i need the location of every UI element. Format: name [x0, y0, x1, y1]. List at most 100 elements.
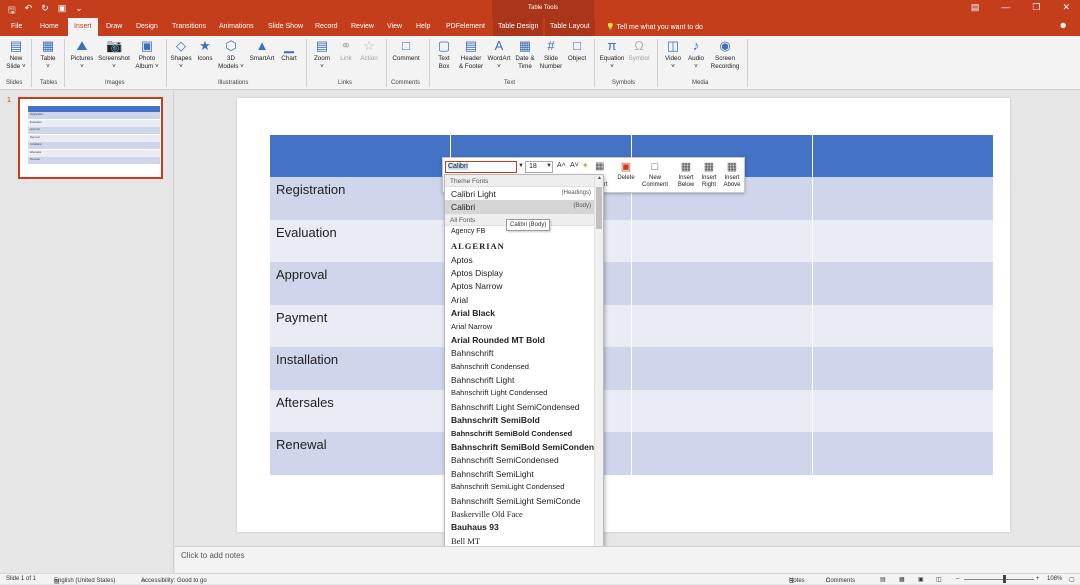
- table-button[interactable]: ▦ Table ˅: [36, 38, 60, 70]
- font-option-calibri-light[interactable]: Calibri Light (Headings): [445, 187, 603, 200]
- font-option[interactable]: ALGERIAN: [445, 239, 603, 252]
- ribbon-display-icon[interactable]: ▤: [971, 2, 980, 13]
- tab-record[interactable]: Record: [315, 23, 338, 30]
- font-option[interactable]: Bahnschrift SemiBold Condensed: [445, 427, 603, 440]
- font-list-scrollbar[interactable]: ▲ ▼: [594, 175, 603, 565]
- font-option[interactable]: Arial Rounded MT Bold: [445, 333, 603, 346]
- tab-slide-show[interactable]: Slide Show: [268, 23, 303, 30]
- zoom-out-icon[interactable]: –: [956, 576, 959, 582]
- font-option[interactable]: Bahnschrift SemiCondensed: [445, 453, 603, 466]
- icons-button[interactable]: ★ Icons: [194, 38, 216, 63]
- action-button[interactable]: ☆ Action: [357, 38, 381, 63]
- tab-pdfelement[interactable]: PDFelement: [446, 23, 485, 30]
- close-icon[interactable]: ✕: [1062, 2, 1070, 13]
- slideshow-view-icon[interactable]: ◫: [936, 576, 942, 583]
- tell-me-search[interactable]: 💡 Tell me what you want to do: [606, 23, 703, 31]
- audio-button[interactable]: ♪ Audio ˅: [685, 38, 707, 70]
- tab-table-design[interactable]: Table Design: [493, 18, 544, 36]
- table-row[interactable]: Renewal: [270, 432, 993, 475]
- tab-draw[interactable]: Draw: [106, 23, 122, 30]
- table-row[interactable]: Evaluation: [270, 219, 993, 262]
- tab-insert[interactable]: Insert: [68, 18, 98, 36]
- table-row[interactable]: Payment: [270, 304, 993, 347]
- font-dropdown-icon[interactable]: ▼: [518, 163, 524, 169]
- header-footer-button[interactable]: ▤ Header & Footer: [456, 38, 486, 70]
- zoom-level[interactable]: 108%: [1047, 576, 1062, 582]
- object-button[interactable]: □ Object: [565, 38, 589, 63]
- zoom-button[interactable]: ▤ Zoom ˅: [309, 38, 335, 70]
- chart-button[interactable]: ▁ Chart: [278, 38, 300, 63]
- font-option[interactable]: Bahnschrift SemiBold SemiConden: [445, 440, 603, 453]
- screenshot-button[interactable]: 📷 Screenshot ˅: [97, 38, 131, 70]
- minimize-icon[interactable]: —: [1001, 2, 1010, 13]
- font-list-dropdown[interactable]: Theme Fonts Calibri Light (Headings) Cali…: [444, 174, 604, 566]
- 3d-models-button[interactable]: ⬡ 3D Models ˅: [217, 38, 245, 70]
- grow-font-icon[interactable]: A˄: [557, 162, 566, 169]
- font-option[interactable]: Aptos: [445, 253, 603, 266]
- restore-icon[interactable]: ❐: [1032, 2, 1040, 13]
- font-option[interactable]: Arial Black: [445, 306, 603, 319]
- photo-album-button[interactable]: ▣ Photo Album ˅: [133, 38, 161, 70]
- table-row[interactable]: Approval: [270, 262, 993, 305]
- shapes-button[interactable]: ◇ Shapes ˅: [169, 38, 193, 70]
- equation-button[interactable]: π Equation ˅: [597, 38, 627, 70]
- font-option[interactable]: Bahnschrift Light SemiCondensed: [445, 400, 603, 413]
- text-box-button[interactable]: ▢ Text Box: [433, 38, 455, 70]
- tab-design[interactable]: Design: [136, 23, 158, 30]
- notes-pane[interactable]: Click to add notes: [175, 546, 1080, 573]
- slide-sorter-icon[interactable]: ▦: [899, 576, 905, 583]
- table-borders-icon[interactable]: ▦: [595, 161, 604, 172]
- video-button[interactable]: ◫ Video ˅: [661, 38, 685, 70]
- tab-view[interactable]: View: [387, 23, 402, 30]
- tab-file[interactable]: File: [11, 23, 22, 30]
- font-option[interactable]: Bahnschrift SemiBold: [445, 413, 603, 426]
- font-option[interactable]: Baskerville Old Face: [445, 507, 603, 520]
- tab-table-layout[interactable]: Table Layout: [545, 18, 595, 36]
- table-row[interactable]: Installation: [270, 347, 993, 390]
- font-option-calibri[interactable]: Calibri (Body): [445, 200, 603, 214]
- font-option[interactable]: Bahnschrift: [445, 346, 603, 359]
- pictures-button[interactable]: ⛰ Pictures ˅: [68, 38, 96, 70]
- scroll-up-icon[interactable]: ▲: [596, 175, 603, 183]
- link-button[interactable]: ⚭ Link: [336, 38, 356, 63]
- slide-thumbnail[interactable]: Registration Evaluation Approval Payment Ins…: [18, 97, 163, 179]
- wordart-button[interactable]: A WordArt ˅: [486, 38, 512, 70]
- insert-right-button[interactable]: ▦ Insert Right: [698, 160, 720, 189]
- new-slide-button[interactable]: ▤ New Slide ˅: [4, 38, 28, 70]
- format-painter-icon[interactable]: ✦: [582, 161, 589, 170]
- tab-animations[interactable]: Animations: [219, 23, 254, 30]
- new-comment-button[interactable]: □ New Comment: [640, 160, 670, 189]
- insert-above-button[interactable]: ▦ Insert Above: [721, 160, 743, 189]
- tab-help[interactable]: Help: [416, 23, 430, 30]
- share-icon[interactable]: ☻: [1059, 20, 1068, 30]
- font-option[interactable]: Bahnschrift Light Condensed: [445, 386, 603, 399]
- font-option[interactable]: Arial: [445, 293, 603, 306]
- font-option[interactable]: Bahnschrift SemiLight Condensed: [445, 480, 603, 493]
- shrink-font-icon[interactable]: A˅: [570, 162, 579, 169]
- font-option[interactable]: Bauhaus 93: [445, 520, 603, 533]
- font-option[interactable]: Aptos Narrow: [445, 279, 603, 292]
- comment-button[interactable]: □ Comment: [390, 38, 422, 63]
- reading-view-icon[interactable]: ▣: [918, 576, 924, 583]
- delete-button[interactable]: ▣ Delete: [613, 160, 639, 182]
- size-dropdown-icon[interactable]: ▼: [546, 163, 552, 169]
- zoom-slider-track[interactable]: [964, 579, 1034, 580]
- font-option[interactable]: Aptos Display: [445, 266, 603, 279]
- normal-view-icon[interactable]: ▤: [880, 576, 886, 583]
- font-option[interactable]: Arial Narrow: [445, 320, 603, 333]
- table-row[interactable]: Aftersales: [270, 389, 993, 432]
- zoom-slider-thumb[interactable]: [1003, 575, 1006, 583]
- screen-recording-button[interactable]: ◉ Screen Recording: [707, 38, 743, 70]
- tab-home[interactable]: Home: [40, 23, 59, 30]
- tab-review[interactable]: Review: [351, 23, 374, 30]
- tab-transitions[interactable]: Transitions: [172, 23, 206, 30]
- font-option[interactable]: Bahnschrift Condensed: [445, 360, 603, 373]
- zoom-in-icon[interactable]: +: [1036, 576, 1040, 582]
- font-name-input[interactable]: Calibri: [445, 161, 517, 173]
- font-option[interactable]: Bahnschrift SemiLight SemiConde: [445, 494, 603, 507]
- fit-slide-icon[interactable]: ▢: [1069, 576, 1075, 583]
- scrollbar-thumb[interactable]: [596, 187, 602, 229]
- slide-number-button[interactable]: # Slide Number: [538, 38, 564, 70]
- font-option[interactable]: Bahnschrift SemiLight: [445, 467, 603, 480]
- smartart-button[interactable]: ▲ SmartArt: [247, 38, 277, 63]
